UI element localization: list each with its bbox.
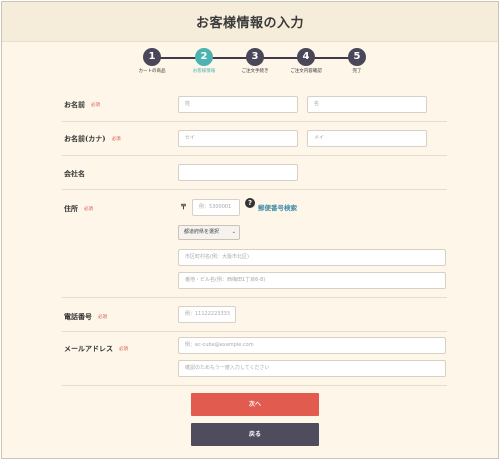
page-header: お客様情報の入力 bbox=[2, 2, 498, 42]
step-order-confirm: 4 ご注文内容確認 bbox=[278, 48, 334, 75]
last-name-input[interactable]: 姓 bbox=[178, 96, 298, 113]
phone-label: 電話番号 必須 bbox=[64, 312, 107, 321]
required-badge: 必須 bbox=[84, 207, 93, 212]
checkout-page: お客様情報の入力 1 カートの商品 2 お客様情報 3 ご注文手続き 4 ご注文… bbox=[1, 1, 499, 459]
step-order-procedure: 3 ご注文手続き bbox=[227, 48, 283, 75]
step-cart: 1 カートの商品 bbox=[124, 48, 180, 75]
step-number: 2 bbox=[195, 48, 213, 66]
step-customer-info: 2 お客様情報 bbox=[176, 48, 232, 75]
step-complete: 5 完了 bbox=[329, 48, 385, 75]
phone-input[interactable]: 例：11122223333 bbox=[178, 306, 236, 323]
address-label: 住所 必須 bbox=[64, 204, 93, 213]
step-label: カートの商品 bbox=[138, 69, 166, 74]
name-label: お名前 必須 bbox=[64, 100, 100, 109]
step-number: 5 bbox=[348, 48, 366, 66]
street-input[interactable]: 番地・ビル名(例：西梅田1丁目6-8) bbox=[178, 272, 446, 289]
required-badge: 必須 bbox=[98, 315, 107, 320]
zip-lookup-link[interactable]: 郵便番号検索 bbox=[258, 202, 297, 212]
email-confirm-input[interactable]: 確認のためもう一度入力してください bbox=[178, 360, 446, 377]
company-input[interactable] bbox=[178, 164, 298, 181]
prefecture-select[interactable]: 都道府県を選択 ⌄ bbox=[178, 225, 240, 240]
postal-mark-icon: 〒 bbox=[180, 202, 187, 211]
phone-row: 電話番号 必須 例：11122223333 bbox=[62, 298, 447, 332]
back-button[interactable]: 戻る bbox=[191, 423, 319, 446]
progress-steps: 1 カートの商品 2 お客様情報 3 ご注文手続き 4 ご注文内容確認 5 完了 bbox=[132, 48, 372, 78]
first-name-kana-input[interactable]: メイ bbox=[307, 130, 427, 147]
required-badge: 必須 bbox=[91, 103, 100, 108]
email-row: メールアドレス 必須 例：ec-cube@example.com 確認のためもう一… bbox=[62, 332, 447, 386]
step-number: 3 bbox=[246, 48, 264, 66]
company-label: 会社名 bbox=[64, 169, 85, 178]
step-number: 1 bbox=[143, 48, 161, 66]
name-kana-row: お名前(カナ) 必須 セイ メイ bbox=[62, 122, 447, 156]
help-icon[interactable]: ? bbox=[245, 198, 255, 208]
chevron-down-icon: ⌄ bbox=[231, 229, 236, 235]
required-badge: 必須 bbox=[119, 347, 128, 352]
step-number: 4 bbox=[297, 48, 315, 66]
name-kana-label: お名前(カナ) 必須 bbox=[64, 134, 121, 143]
name-row: お名前 必須 姓 名 bbox=[62, 88, 447, 122]
next-button[interactable]: 次へ bbox=[191, 393, 319, 416]
zip-code-input[interactable]: 例：5300001 bbox=[192, 199, 240, 216]
page-title: お客様情報の入力 bbox=[195, 16, 304, 31]
step-label: 完了 bbox=[352, 69, 362, 74]
email-label: メールアドレス 必須 bbox=[64, 344, 128, 353]
step-label: ご注文内容確認 bbox=[290, 69, 322, 74]
city-input[interactable]: 市区町村名(例：大阪市北区) bbox=[178, 249, 446, 266]
step-label: ご注文手続き bbox=[241, 69, 269, 74]
email-input[interactable]: 例：ec-cube@example.com bbox=[178, 337, 446, 354]
address-row: 住所 必須 〒 例：5300001 ? 郵便番号検索 都道府県を選択 ⌄ 市区町村名… bbox=[62, 190, 447, 298]
step-label: お客様情報 bbox=[192, 69, 216, 74]
required-badge: 必須 bbox=[111, 137, 121, 142]
company-row: 会社名 bbox=[62, 156, 447, 190]
last-name-kana-input[interactable]: セイ bbox=[178, 130, 298, 147]
first-name-input[interactable]: 名 bbox=[307, 96, 427, 113]
